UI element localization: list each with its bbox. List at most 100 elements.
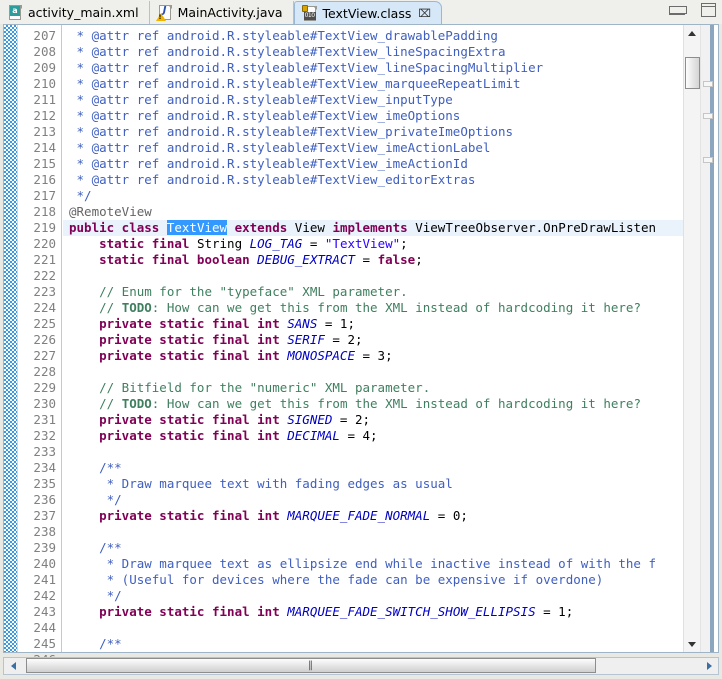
overview-ruler-marker[interactable] — [703, 112, 713, 119]
scroll-down-arrow-icon[interactable] — [684, 637, 700, 651]
line-number: 242 — [33, 588, 56, 603]
overview-ruler[interactable] — [700, 25, 714, 652]
line-number: 236 — [33, 492, 56, 507]
xml-file-icon-glyph: a — [10, 6, 20, 16]
overview-ruler-marker[interactable] — [703, 156, 713, 163]
horizontal-scrollbar-track[interactable]: ‖ — [22, 658, 700, 674]
code-token-an: @RemoteView — [69, 204, 152, 219]
line-number: 227 — [33, 348, 56, 363]
code-token-ct: * @attr ref android.R.styleable#TextView… — [69, 76, 521, 91]
line-number: 216 — [33, 172, 56, 187]
code-token-k: extends — [227, 220, 295, 235]
horizontal-scrollbar[interactable]: ‖ — [3, 657, 719, 675]
code-token-p: ; — [415, 252, 423, 267]
code-line[interactable] — [63, 268, 683, 284]
tab-label-mainactivity-java: MainActivity.java — [177, 5, 283, 20]
code-token-f: SERIF — [287, 332, 325, 347]
code-token-k: private static final int — [69, 348, 288, 363]
code-line[interactable]: * @attr ref android.R.styleable#TextView… — [63, 140, 683, 156]
code-line[interactable]: */ — [63, 588, 683, 604]
code-line[interactable] — [63, 524, 683, 540]
tab-mainactivity-java[interactable]: J ! MainActivity.java — [149, 1, 294, 24]
code-line[interactable]: * (Useful for devices where the fade can… — [63, 572, 683, 588]
code-line[interactable] — [63, 364, 683, 380]
horizontal-scrollbar-thumb[interactable]: ‖ — [26, 658, 596, 673]
vertical-scrollbar-thumb[interactable] — [685, 57, 700, 89]
xml-file-icon: a — [8, 5, 23, 20]
code-line[interactable]: * @attr ref android.R.styleable#TextView… — [63, 172, 683, 188]
scroll-left-arrow-icon[interactable] — [4, 658, 22, 674]
code-line[interactable]: * @attr ref android.R.styleable#TextView… — [63, 156, 683, 172]
code-line[interactable]: */ — [63, 188, 683, 204]
code-line[interactable]: @RemoteView — [63, 204, 683, 220]
code-token-ct: */ — [69, 588, 122, 603]
code-line[interactable]: * Draw marquee text as ellipsize end whi… — [63, 556, 683, 572]
minimize-button[interactable] — [669, 5, 687, 15]
code-line[interactable]: * @attr ref android.R.styleable#TextView… — [63, 92, 683, 108]
code-token-f: SIGNED — [287, 412, 333, 427]
code-line[interactable]: // TODO: How can we get this from the XM… — [63, 396, 683, 412]
code-text-area[interactable]: * @attr ref android.R.styleable#TextView… — [63, 25, 683, 652]
code-token-k: private static final int — [69, 332, 288, 347]
code-token-k: private static final int — [69, 428, 288, 443]
scroll-right-arrow-icon[interactable] — [700, 658, 718, 674]
tab-label-textview-class: TextView.class — [322, 5, 412, 21]
code-line[interactable] — [63, 444, 683, 460]
tab-close-icon[interactable]: ⌧ — [418, 8, 431, 19]
code-line[interactable]: private static final int MARQUEE_FADE_SW… — [63, 604, 683, 620]
code-token-f: DECIMAL — [287, 428, 340, 443]
tab-label-activity-main-xml: activity_main.xml — [28, 5, 139, 20]
code-line[interactable]: // Bitfield for the "numeric" XML parame… — [63, 380, 683, 396]
overview-ruler-marker[interactable] — [703, 81, 713, 88]
code-line[interactable]: */ — [63, 492, 683, 508]
code-editor[interactable]: 207 208 209 210 211 212 213 214 215 216 217 218 219 2… — [3, 24, 719, 667]
code-line[interactable]: // Enum for the "typeface" XML parameter… — [63, 284, 683, 300]
code-line[interactable]: * Draw marquee text with fading edges as… — [63, 476, 683, 492]
line-number: 213 — [33, 124, 56, 139]
maximize-button[interactable] — [701, 3, 716, 17]
line-number: 237 — [33, 508, 56, 523]
line-number: 221 — [33, 252, 56, 267]
code-token-ct: * Draw marquee text with fading edges as… — [69, 476, 453, 491]
line-number: 222 — [33, 268, 56, 283]
code-line[interactable]: * @attr ref android.R.styleable#TextView… — [63, 108, 683, 124]
code-token-f: MONOSPACE — [287, 348, 355, 363]
overview-ruler-edge — [710, 25, 714, 652]
code-line[interactable]: private static final int SANS = 1; — [63, 316, 683, 332]
code-token-k: static final boolean — [69, 252, 258, 267]
code-line[interactable]: static final String LOG_TAG = "TextView"… — [63, 236, 683, 252]
code-line[interactable]: * @attr ref android.R.styleable#TextView… — [63, 76, 683, 92]
code-line[interactable]: public class TextView extends View imple… — [63, 220, 683, 236]
code-line[interactable]: private static final int MARQUEE_FADE_NO… — [63, 508, 683, 524]
scroll-up-arrow-icon[interactable] — [684, 26, 700, 40]
code-line[interactable]: /** — [63, 460, 683, 476]
vertical-scrollbar[interactable] — [683, 25, 700, 652]
line-number: 234 — [33, 460, 56, 475]
code-line[interactable]: * @attr ref android.R.styleable#TextView… — [63, 60, 683, 76]
code-token-p: ViewTreeObserver.OnPreDrawListen — [415, 220, 657, 235]
line-number: 215 — [33, 156, 56, 171]
code-line[interactable]: private static final int DECIMAL = 4; — [63, 428, 683, 444]
code-line[interactable]: // TODO: How can we get this from the XM… — [63, 300, 683, 316]
code-line[interactable]: /** — [63, 636, 683, 652]
code-token-p: = — [355, 252, 378, 267]
code-line[interactable]: private static final int SERIF = 2; — [63, 332, 683, 348]
tab-textview-class[interactable]: 010 TextView.class ⌧ — [293, 1, 443, 24]
code-line[interactable]: * @attr ref android.R.styleable#TextView… — [63, 28, 683, 44]
code-line[interactable]: /** — [63, 540, 683, 556]
code-line[interactable]: static final boolean DEBUG_EXTRACT = fal… — [63, 252, 683, 268]
line-number: 240 — [33, 556, 56, 571]
code-token-k: static final — [69, 236, 197, 251]
code-line[interactable]: * @attr ref android.R.styleable#TextView… — [63, 44, 683, 60]
code-token-ct: * @attr ref android.R.styleable#TextView… — [69, 108, 461, 123]
code-line[interactable]: * @attr ref android.R.styleable#TextView… — [63, 124, 683, 140]
code-line[interactable] — [63, 620, 683, 636]
line-number: 233 — [33, 444, 56, 459]
tab-activity-main-xml[interactable]: a activity_main.xml — [0, 1, 150, 24]
line-number: 214 — [33, 140, 56, 155]
code-line[interactable]: private static final int MONOSPACE = 3; — [63, 348, 683, 364]
code-token-k: private static final int — [69, 316, 288, 331]
line-number: 229 — [33, 380, 56, 395]
code-line[interactable]: private static final int SIGNED = 2; — [63, 412, 683, 428]
class-file-icon-glyph: 010 — [303, 11, 316, 20]
